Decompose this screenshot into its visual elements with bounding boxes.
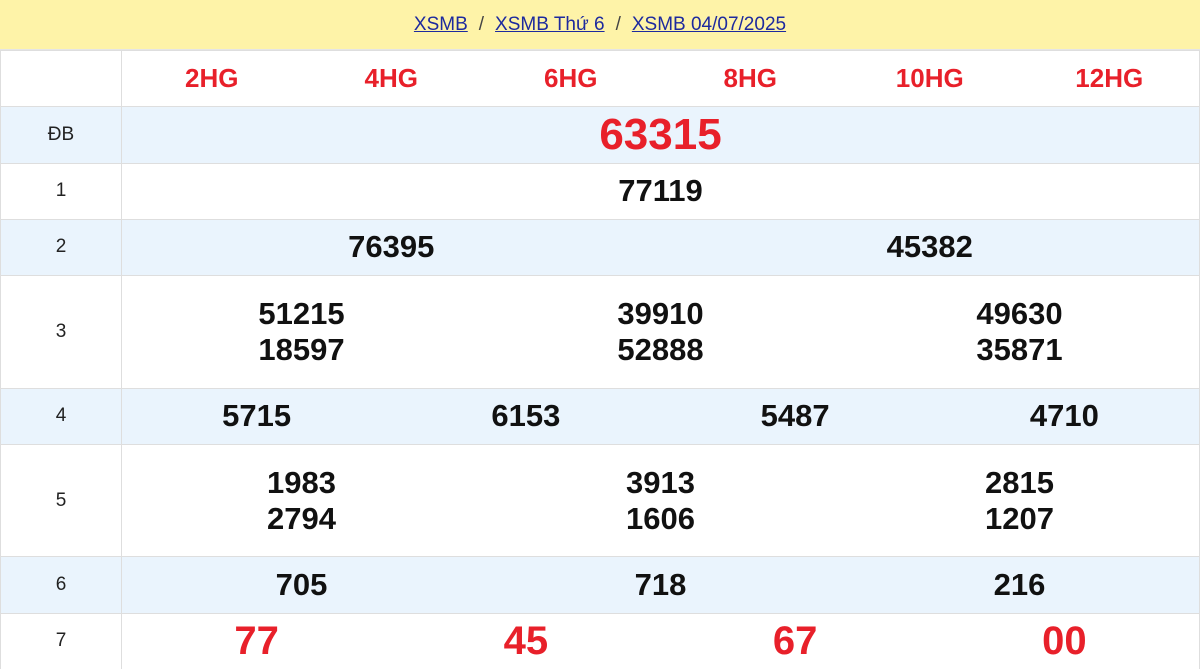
prize-numbers-cell: 76395 45382 [121,218,1200,277]
prize-number: 2815 [985,464,1054,500]
breadcrumb-separator: / [478,13,485,35]
prize-row-6: 6 705 718 216 [0,556,1200,614]
prize-label: 5 [0,443,122,558]
prize-number: 76395 [348,229,435,265]
header-empty-cell [0,49,122,108]
breadcrumb-link-weekday[interactable]: XSMB Thứ 6 [495,14,605,36]
hg-label: 8HG [723,63,777,94]
prize-number: 1606 [626,500,695,536]
prize-row-1: 1 77119 [0,162,1200,220]
prize-label: 2 [0,218,122,277]
prize-row-7: 7 77 45 67 00 [0,612,1200,669]
prize-numbers-cell: 77119 [121,162,1200,220]
prize-numbers-cell: 51215 39910 49630 18597 52888 35871 [121,275,1200,389]
prize-numbers-cell: 5715 6153 5487 4710 [121,387,1200,445]
prize-number: 51215 [258,295,345,331]
prize-label: 7 [0,612,122,669]
prize-row-db: ĐB 63315 [0,106,1200,164]
prize-number: 35871 [976,331,1063,367]
prize-numbers-cell: 63315 [121,106,1200,164]
prize-number: 49630 [976,295,1063,331]
prize-number: 705 [275,566,328,602]
hg-label: 2HG [185,63,239,94]
prize-number: 45382 [886,229,973,265]
hg-header-cell: 2HG 4HG 6HG 8HG 10HG 12HG [121,49,1200,108]
breadcrumb-link-date[interactable]: XSMB 04/07/2025 [632,14,786,36]
hg-label: 12HG [1075,63,1144,94]
prize-numbers-cell: 705 718 216 [121,556,1200,614]
prize-number: 00 [1042,618,1087,663]
breadcrumb: XSMB / XSMB Thứ 6 / XSMB 04/07/2025 [0,0,1200,50]
prize-number: 67 [772,618,818,663]
special-prize-number: 63315 [599,109,722,159]
prize-label: 6 [0,556,122,614]
prize-number: 3913 [626,464,695,500]
prize-numbers-cell: 1983 3913 2815 2794 1606 1207 [121,443,1200,558]
prize-row-2: 2 76395 45382 [0,218,1200,277]
prize-number: 216 [993,566,1046,602]
prize-row-5: 5 1983 3913 2815 2794 1606 1207 [0,443,1200,558]
prize-number: 77119 [618,173,703,209]
prize-row-4: 4 5715 6153 5487 4710 [0,387,1200,445]
prize-number: 52888 [617,331,704,367]
prize-number: 18597 [258,331,345,367]
hg-label: 6HG [544,63,598,94]
prize-number: 2794 [267,500,336,536]
header-row: 2HG 4HG 6HG 8HG 10HG 12HG [0,49,1200,108]
prize-number: 5487 [760,398,830,434]
prize-number: 6153 [491,398,561,434]
hg-label: 4HG [364,63,418,94]
prize-number: 4710 [1029,398,1099,434]
breadcrumb-link-xsmb[interactable]: XSMB [414,14,468,36]
hg-label: 10HG [895,63,964,94]
prize-number: 5715 [222,398,292,434]
prize-number: 1207 [985,500,1054,536]
breadcrumb-separator: / [615,13,621,35]
prize-number: 77 [234,618,279,663]
prize-row-3: 3 51215 39910 49630 18597 52888 35871 [0,275,1200,389]
prize-label: 4 [0,387,122,445]
prize-numbers-cell: 77 45 67 00 [121,612,1200,669]
prize-label: 3 [0,275,122,389]
prize-number: 718 [634,566,687,602]
prize-label: 1 [0,162,122,220]
results-table: 2HG 4HG 6HG 8HG 10HG 12HG ĐB 63315 1 771… [0,49,1200,669]
prize-number: 1983 [267,464,336,500]
prize-label: ĐB [0,106,122,164]
prize-number: 39910 [617,295,704,331]
prize-number: 45 [503,618,549,663]
